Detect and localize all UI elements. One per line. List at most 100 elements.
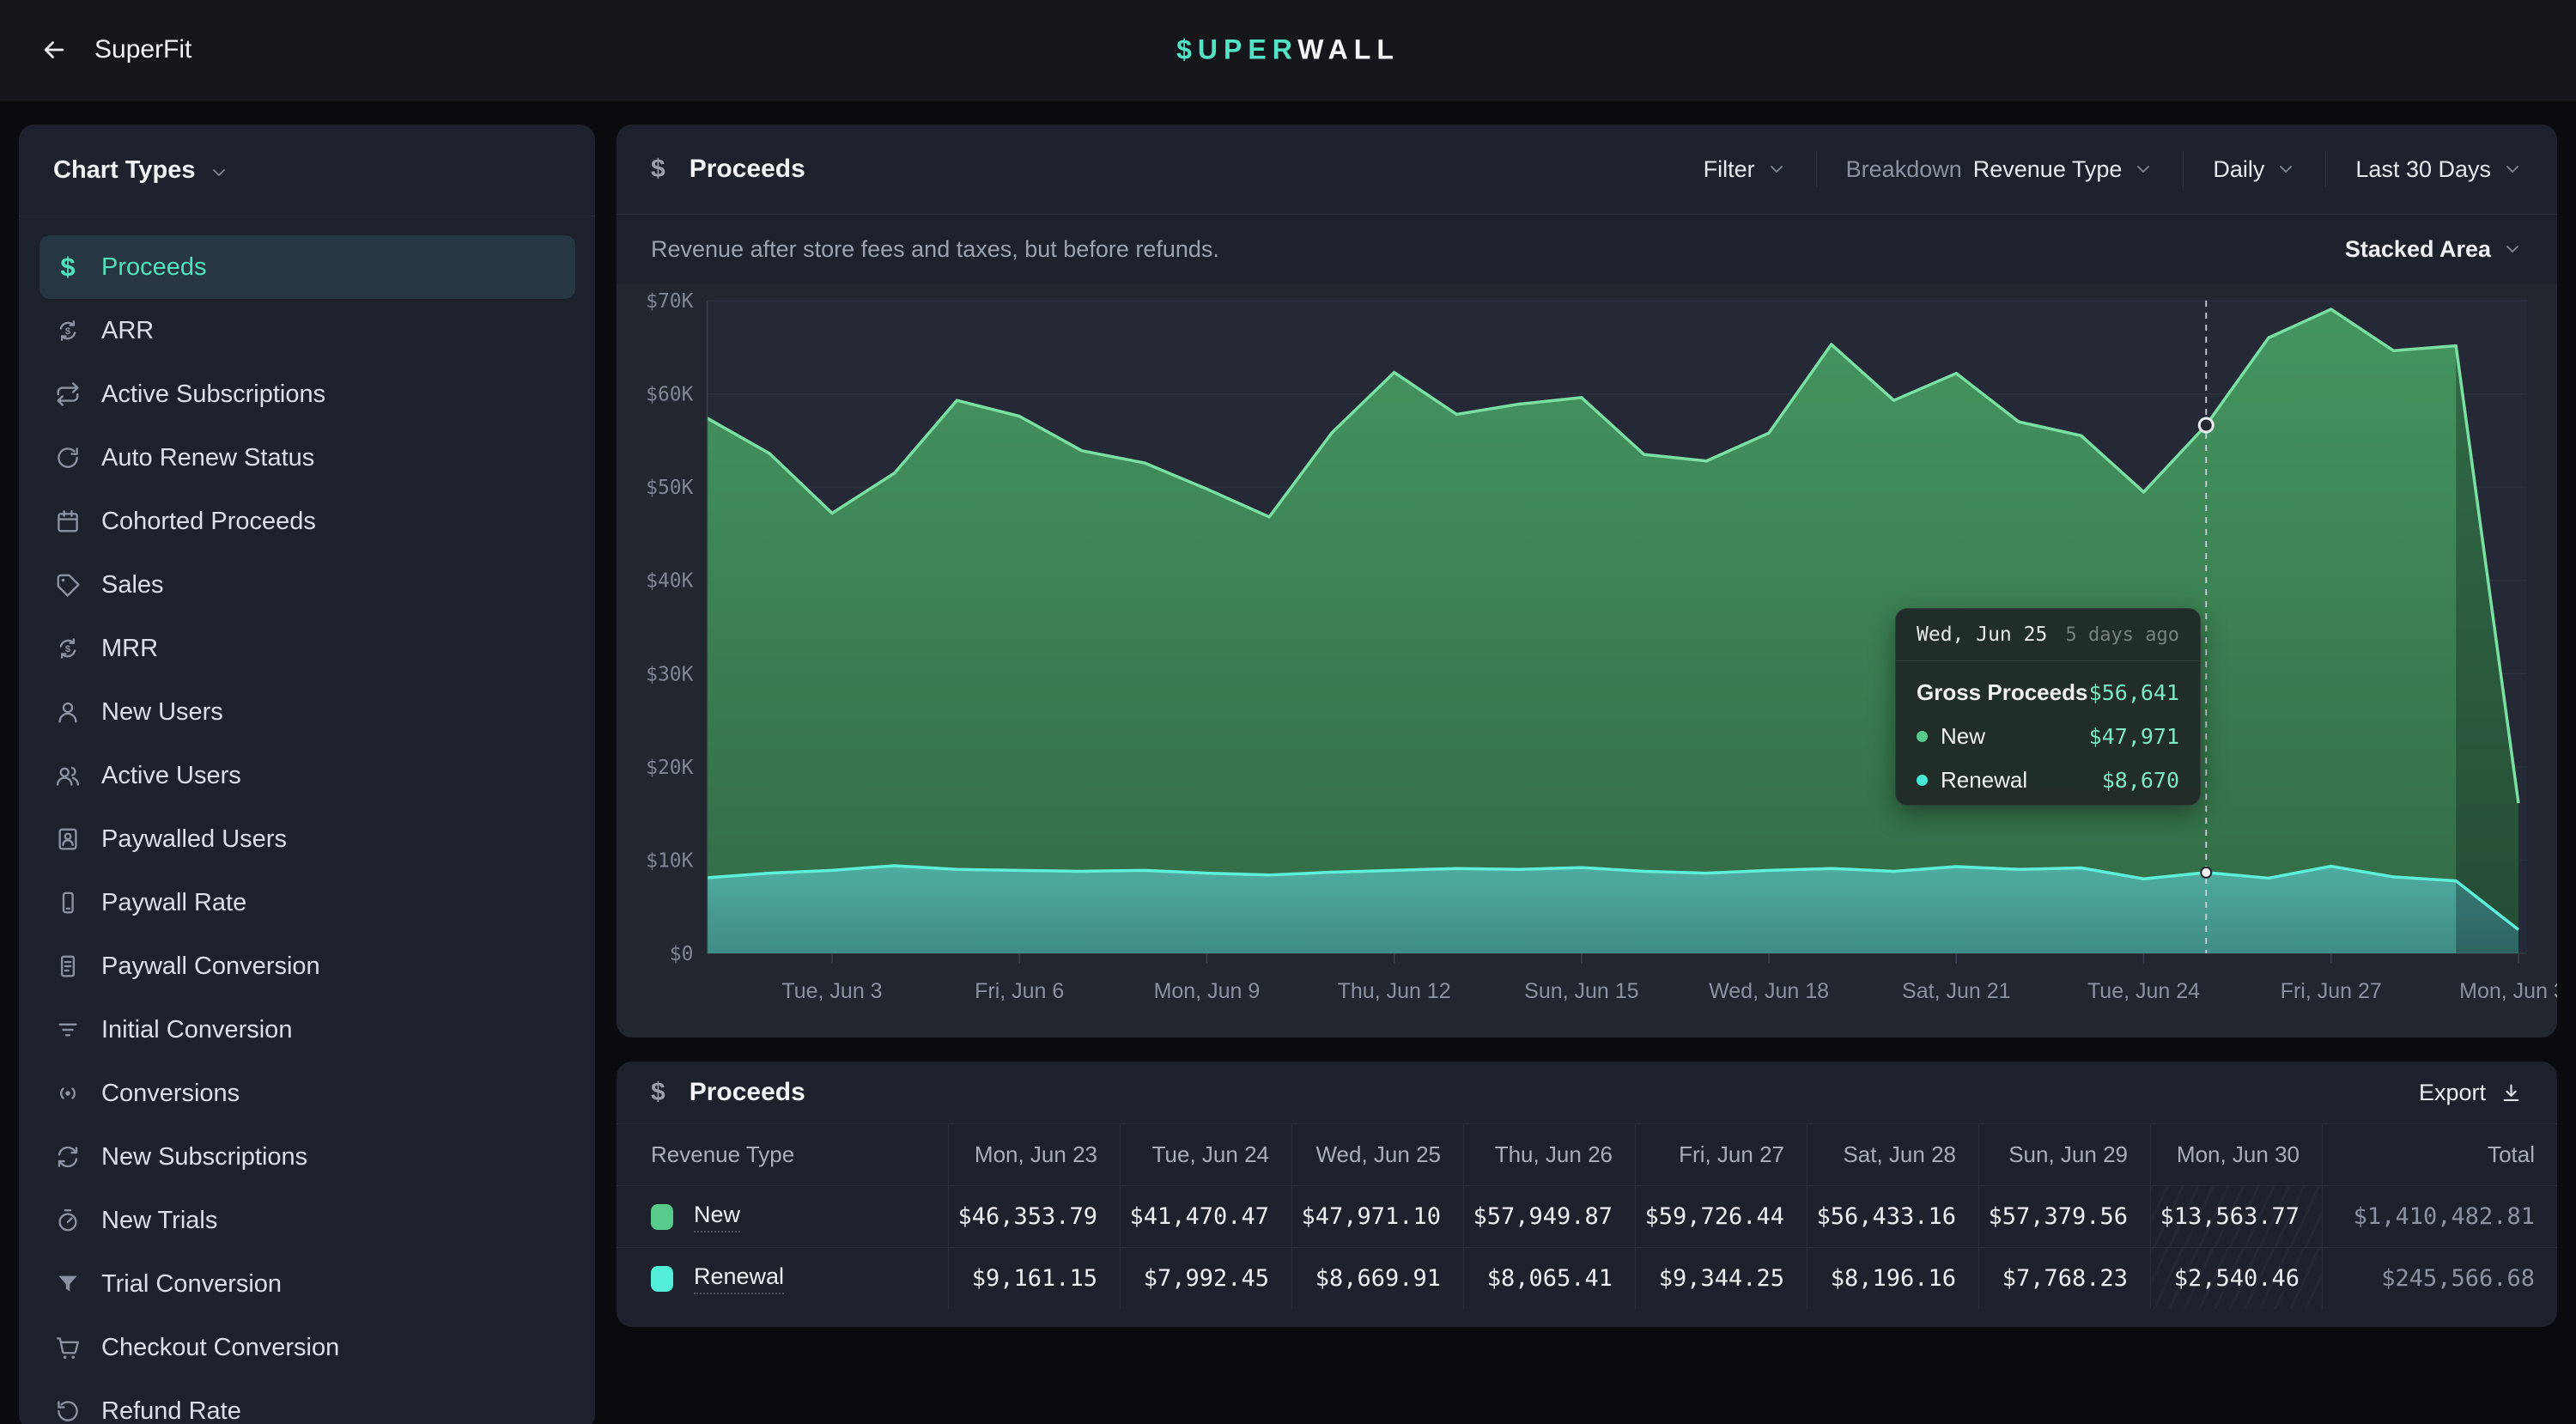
table-cell: $2,540.46 [2150,1247,2322,1309]
top-bar: SuperFit $UPERWALL [0,0,2576,100]
svg-text:Tue, Jun 24: Tue, Jun 24 [2087,979,2200,1003]
table-header-fri-jun-27: Fri, Jun 27 [1635,1123,1807,1185]
sidebar-item-active-subscriptions[interactable]: Active Subscriptions [39,362,575,426]
svg-text:$40K: $40K [646,570,694,593]
sidebar-item-label: Sales [101,571,164,599]
superwall-dashboard: SuperFit $UPERWALL Chart Types $Proceeds… [0,0,2576,1424]
app-title: SuperFit [94,35,191,64]
sidebar-item-arr[interactable]: $ARR [39,299,575,362]
sidebar-item-new-subscriptions[interactable]: New Subscriptions [39,1125,575,1189]
chart-types-header[interactable]: Chart Types [19,125,595,216]
table-cell: $9,161.15 [948,1247,1120,1309]
table-row-label-renewal: Renewal [617,1247,948,1309]
tooltip-header: Wed, Jun 25 5 days ago [1896,609,2200,661]
superwall-logo: $UPERWALL [1176,34,1400,66]
table-cell: $47,971.10 [1291,1185,1463,1247]
user-icon [55,699,81,725]
export-button[interactable]: Export [2419,1080,2523,1106]
sidebar-item-mrr[interactable]: $MRR [39,617,575,680]
separator [2183,151,2184,187]
sidebar-item-new-trials[interactable]: New Trials [39,1189,575,1252]
svg-text:$50K: $50K [646,477,694,499]
svg-text:$10K: $10K [646,849,694,872]
sidebar-item-label: New Subscriptions [101,1143,307,1171]
revenue-type-label[interactable]: Renewal [694,1263,784,1294]
dollar-icon: $ [651,1078,665,1107]
sync-icon [55,1144,81,1170]
chevron-down-icon [2502,159,2523,180]
proceeds-chart-svg[interactable]: $0$10K$20K$30K$40K$50K$60K$70KTue, Jun 3… [617,283,2557,1038]
table-cell: $8,065.41 [1463,1247,1635,1309]
chart-types-title: Chart Types [53,156,195,185]
sidebar-item-initial-conversion[interactable]: Initial Conversion [39,998,575,1062]
table-cell: $9,344.25 [1635,1247,1807,1309]
series-dot [1917,775,1928,786]
tooltip-relative-time: 5 days ago [2066,624,2179,646]
svg-text:$0: $0 [670,943,694,965]
filter-label: Filter [1704,156,1755,183]
proceeds-chart-panel: $ Proceeds Filter Breakdown Revenue Type… [617,125,2557,1038]
table-panel-title: Proceeds [690,1078,805,1107]
sidebar-item-trial-conversion[interactable]: Trial Conversion [39,1252,575,1316]
sidebar-item-label: Paywall Rate [101,889,246,917]
download-icon [2500,1081,2523,1105]
sidebar-item-checkout-conversion[interactable]: Checkout Conversion [39,1316,575,1379]
separator [2325,151,2326,187]
svg-text:Wed, Jun 18: Wed, Jun 18 [1709,979,1829,1003]
separator [1816,151,1817,187]
repeat-icon [55,381,81,407]
tooltip-body: Gross Proceeds$56,641New$47,971Renewal$8… [1896,661,2200,802]
sidebar-item-label: Initial Conversion [101,1016,292,1044]
series-swatch [651,1204,673,1230]
phone-icon [55,890,81,916]
sidebar-item-conversions[interactable]: Conversions [39,1062,575,1125]
proceeds-table: Revenue TypeMon, Jun 23Tue, Jun 24Wed, J… [617,1123,2557,1309]
sidebar-item-active-users[interactable]: Active Users [39,744,575,807]
chevron-down-icon [2502,239,2523,259]
svg-text:Sun, Jun 15: Sun, Jun 15 [1524,979,1638,1003]
table-cell: $56,433.16 [1807,1185,1978,1247]
sidebar-item-proceeds[interactable]: $Proceeds [39,235,575,299]
granularity-dropdown[interactable]: Daily [2213,156,2296,183]
table-header-wed-jun-25: Wed, Jun 25 [1291,1123,1463,1185]
sidebar-item-label: Paywalled Users [101,825,287,854]
sidebar-item-refund-rate[interactable]: Refund Rate [39,1379,575,1424]
sidebar-item-label: New Users [101,698,223,727]
sidebar-item-paywall-rate[interactable]: Paywall Rate [39,871,575,934]
table-cell: $7,768.23 [1978,1247,2150,1309]
back-button[interactable] [39,35,69,64]
table-cell: $8,669.91 [1291,1247,1463,1309]
sidebar-item-cohorted-proceeds[interactable]: Cohorted Proceeds [39,490,575,553]
svg-text:Sat, Jun 21: Sat, Jun 21 [1902,979,2010,1003]
receipt-icon [55,953,81,979]
export-label: Export [2419,1080,2486,1106]
sidebar-item-sales[interactable]: Sales [39,553,575,617]
sidebar-item-paywall-conversion[interactable]: Paywall Conversion [39,934,575,998]
sidebar-item-label: Active Subscriptions [101,380,325,409]
date-range-dropdown[interactable]: Last 30 Days [2355,156,2523,183]
tooltip-row-new: New$47,971 [1917,715,2179,758]
proceeds-chart[interactable]: $0$10K$20K$30K$40K$50K$60K$70KTue, Jun 3… [617,283,2557,1038]
filter-dropdown[interactable]: Filter [1704,156,1787,183]
table-header-sat-jun-28: Sat, Jun 28 [1807,1123,1978,1185]
sidebar-item-new-users[interactable]: New Users [39,680,575,744]
breakdown-dropdown[interactable]: Breakdown Revenue Type [1846,156,2154,183]
revenue-type-label[interactable]: New [694,1202,740,1232]
series-dot [1917,731,1928,742]
chart-types-list: $Proceeds$ARR Active Subscriptions Auto Re… [19,216,595,1424]
rotate-ccw-icon [55,1398,81,1424]
svg-text:Fri, Jun 6: Fri, Jun 6 [975,979,1064,1003]
sidebar-item-label: Auto Renew Status [101,444,314,472]
sidebar-item-label: Checkout Conversion [101,1334,339,1362]
radio-icon [55,1080,81,1106]
table-header-thu-jun-26: Thu, Jun 26 [1463,1123,1635,1185]
chart-panel-title: Proceeds [690,155,805,184]
chart-type-dropdown[interactable]: Stacked Area [2345,236,2523,263]
tooltip-date: Wed, Jun 25 [1917,624,2047,646]
svg-text:$: $ [65,326,71,337]
filter-lines-icon [55,1017,81,1043]
sidebar-item-paywalled-users[interactable]: Paywalled Users [39,807,575,871]
sidebar-item-auto-renew-status[interactable]: Auto Renew Status [39,426,575,490]
tooltip-row-renewal: Renewal$8,670 [1917,758,2179,802]
table-cell: $41,470.47 [1120,1185,1291,1247]
